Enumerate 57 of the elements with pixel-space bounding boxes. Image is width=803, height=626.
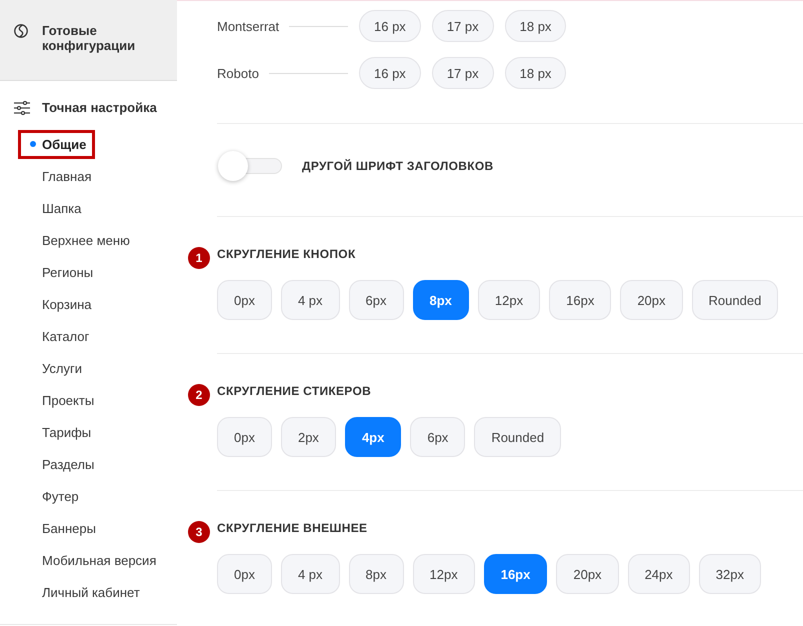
radius-option[interactable]: 0px xyxy=(217,417,272,457)
radius-option[interactable]: 16px xyxy=(549,280,612,320)
section-title: СКРУГЛЕНИЕ ВНЕШНЕЕ xyxy=(217,520,368,536)
sidebar-item[interactable]: Проекты xyxy=(18,386,104,414)
number-badge: 2 xyxy=(188,384,210,406)
sidebar-item[interactable]: Услуги xyxy=(18,354,91,382)
font-size-option[interactable]: 17 px xyxy=(432,57,494,89)
number-badge: 3 xyxy=(188,521,210,543)
active-dot-icon xyxy=(30,141,36,147)
circle-swirl-icon xyxy=(14,24,28,38)
radius-option[interactable]: 6px xyxy=(410,417,466,457)
toggle-switch[interactable] xyxy=(217,150,282,182)
font-size-option[interactable]: 17 px xyxy=(432,10,494,42)
radius-option[interactable]: Rounded xyxy=(474,417,562,457)
radius-option[interactable]: 4px xyxy=(344,417,402,457)
sidebar-item[interactable]: Разделы xyxy=(18,450,104,478)
toggle-label: ДРУГОЙ ШРИФТ ЗАГОЛОВКОВ xyxy=(302,159,494,173)
font-size-option[interactable]: 16 px xyxy=(359,57,421,89)
presets-tab[interactable]: Готовые конфигурации xyxy=(0,0,177,81)
sidebar-item[interactable]: Футер xyxy=(18,482,88,510)
radius-option[interactable]: 12px xyxy=(478,280,540,320)
font-name-label: Roboto xyxy=(217,66,259,80)
sidebar-item[interactable]: Каталог xyxy=(18,322,98,350)
radius-option[interactable]: 8px xyxy=(348,554,404,594)
radius-option[interactable]: 24px xyxy=(628,554,690,594)
radius-option[interactable]: 12px xyxy=(412,554,475,594)
section-heading: Точная настройка xyxy=(42,100,157,116)
radius-option[interactable]: 2px xyxy=(280,417,336,457)
sidebar-item[interactable]: Тарифы xyxy=(18,418,100,446)
radius-option[interactable]: 8px xyxy=(412,280,469,320)
font-name-label: Montserrat xyxy=(217,18,280,34)
sidebar-item[interactable]: Главная xyxy=(18,162,100,190)
sliders-icon xyxy=(14,101,30,115)
sidebar-item[interactable]: Шапка xyxy=(18,194,90,222)
section-title: СКРУГЛЕНИЕ КНОПОК xyxy=(217,246,356,262)
radius-option[interactable]: 4 px xyxy=(280,554,340,594)
font-size-option[interactable]: 18 px xyxy=(504,57,566,89)
radius-option[interactable]: 20px xyxy=(620,280,683,320)
font-size-option[interactable]: 18 px xyxy=(504,10,566,42)
radius-option[interactable]: 16px xyxy=(484,554,548,594)
radius-option[interactable]: 20px xyxy=(556,554,619,594)
sidebar-item[interactable]: Баннеры xyxy=(18,514,105,542)
sidebar-item[interactable]: Верхнее меню xyxy=(18,226,139,254)
radius-option[interactable]: 32px xyxy=(698,554,761,594)
radius-option[interactable]: 6px xyxy=(348,280,404,320)
radius-option[interactable]: 0px xyxy=(217,280,272,320)
radius-option[interactable]: Rounded xyxy=(692,280,778,320)
sidebar-item[interactable]: Общие xyxy=(18,130,96,158)
radius-option[interactable]: 4 px xyxy=(280,280,340,320)
sidebar-item[interactable]: Личный кабинет xyxy=(18,578,149,606)
sidebar-item[interactable]: Мобильная версия xyxy=(18,546,166,574)
sidebar-item[interactable]: Регионы xyxy=(18,258,102,286)
section-title: СКРУГЛЕНИЕ СТИКЕРОВ xyxy=(217,383,372,399)
font-size-option[interactable]: 16 px xyxy=(359,10,421,42)
radius-option[interactable]: 0px xyxy=(217,554,272,594)
sidebar-item[interactable]: Корзина xyxy=(18,290,101,318)
number-badge: 1 xyxy=(188,247,210,269)
